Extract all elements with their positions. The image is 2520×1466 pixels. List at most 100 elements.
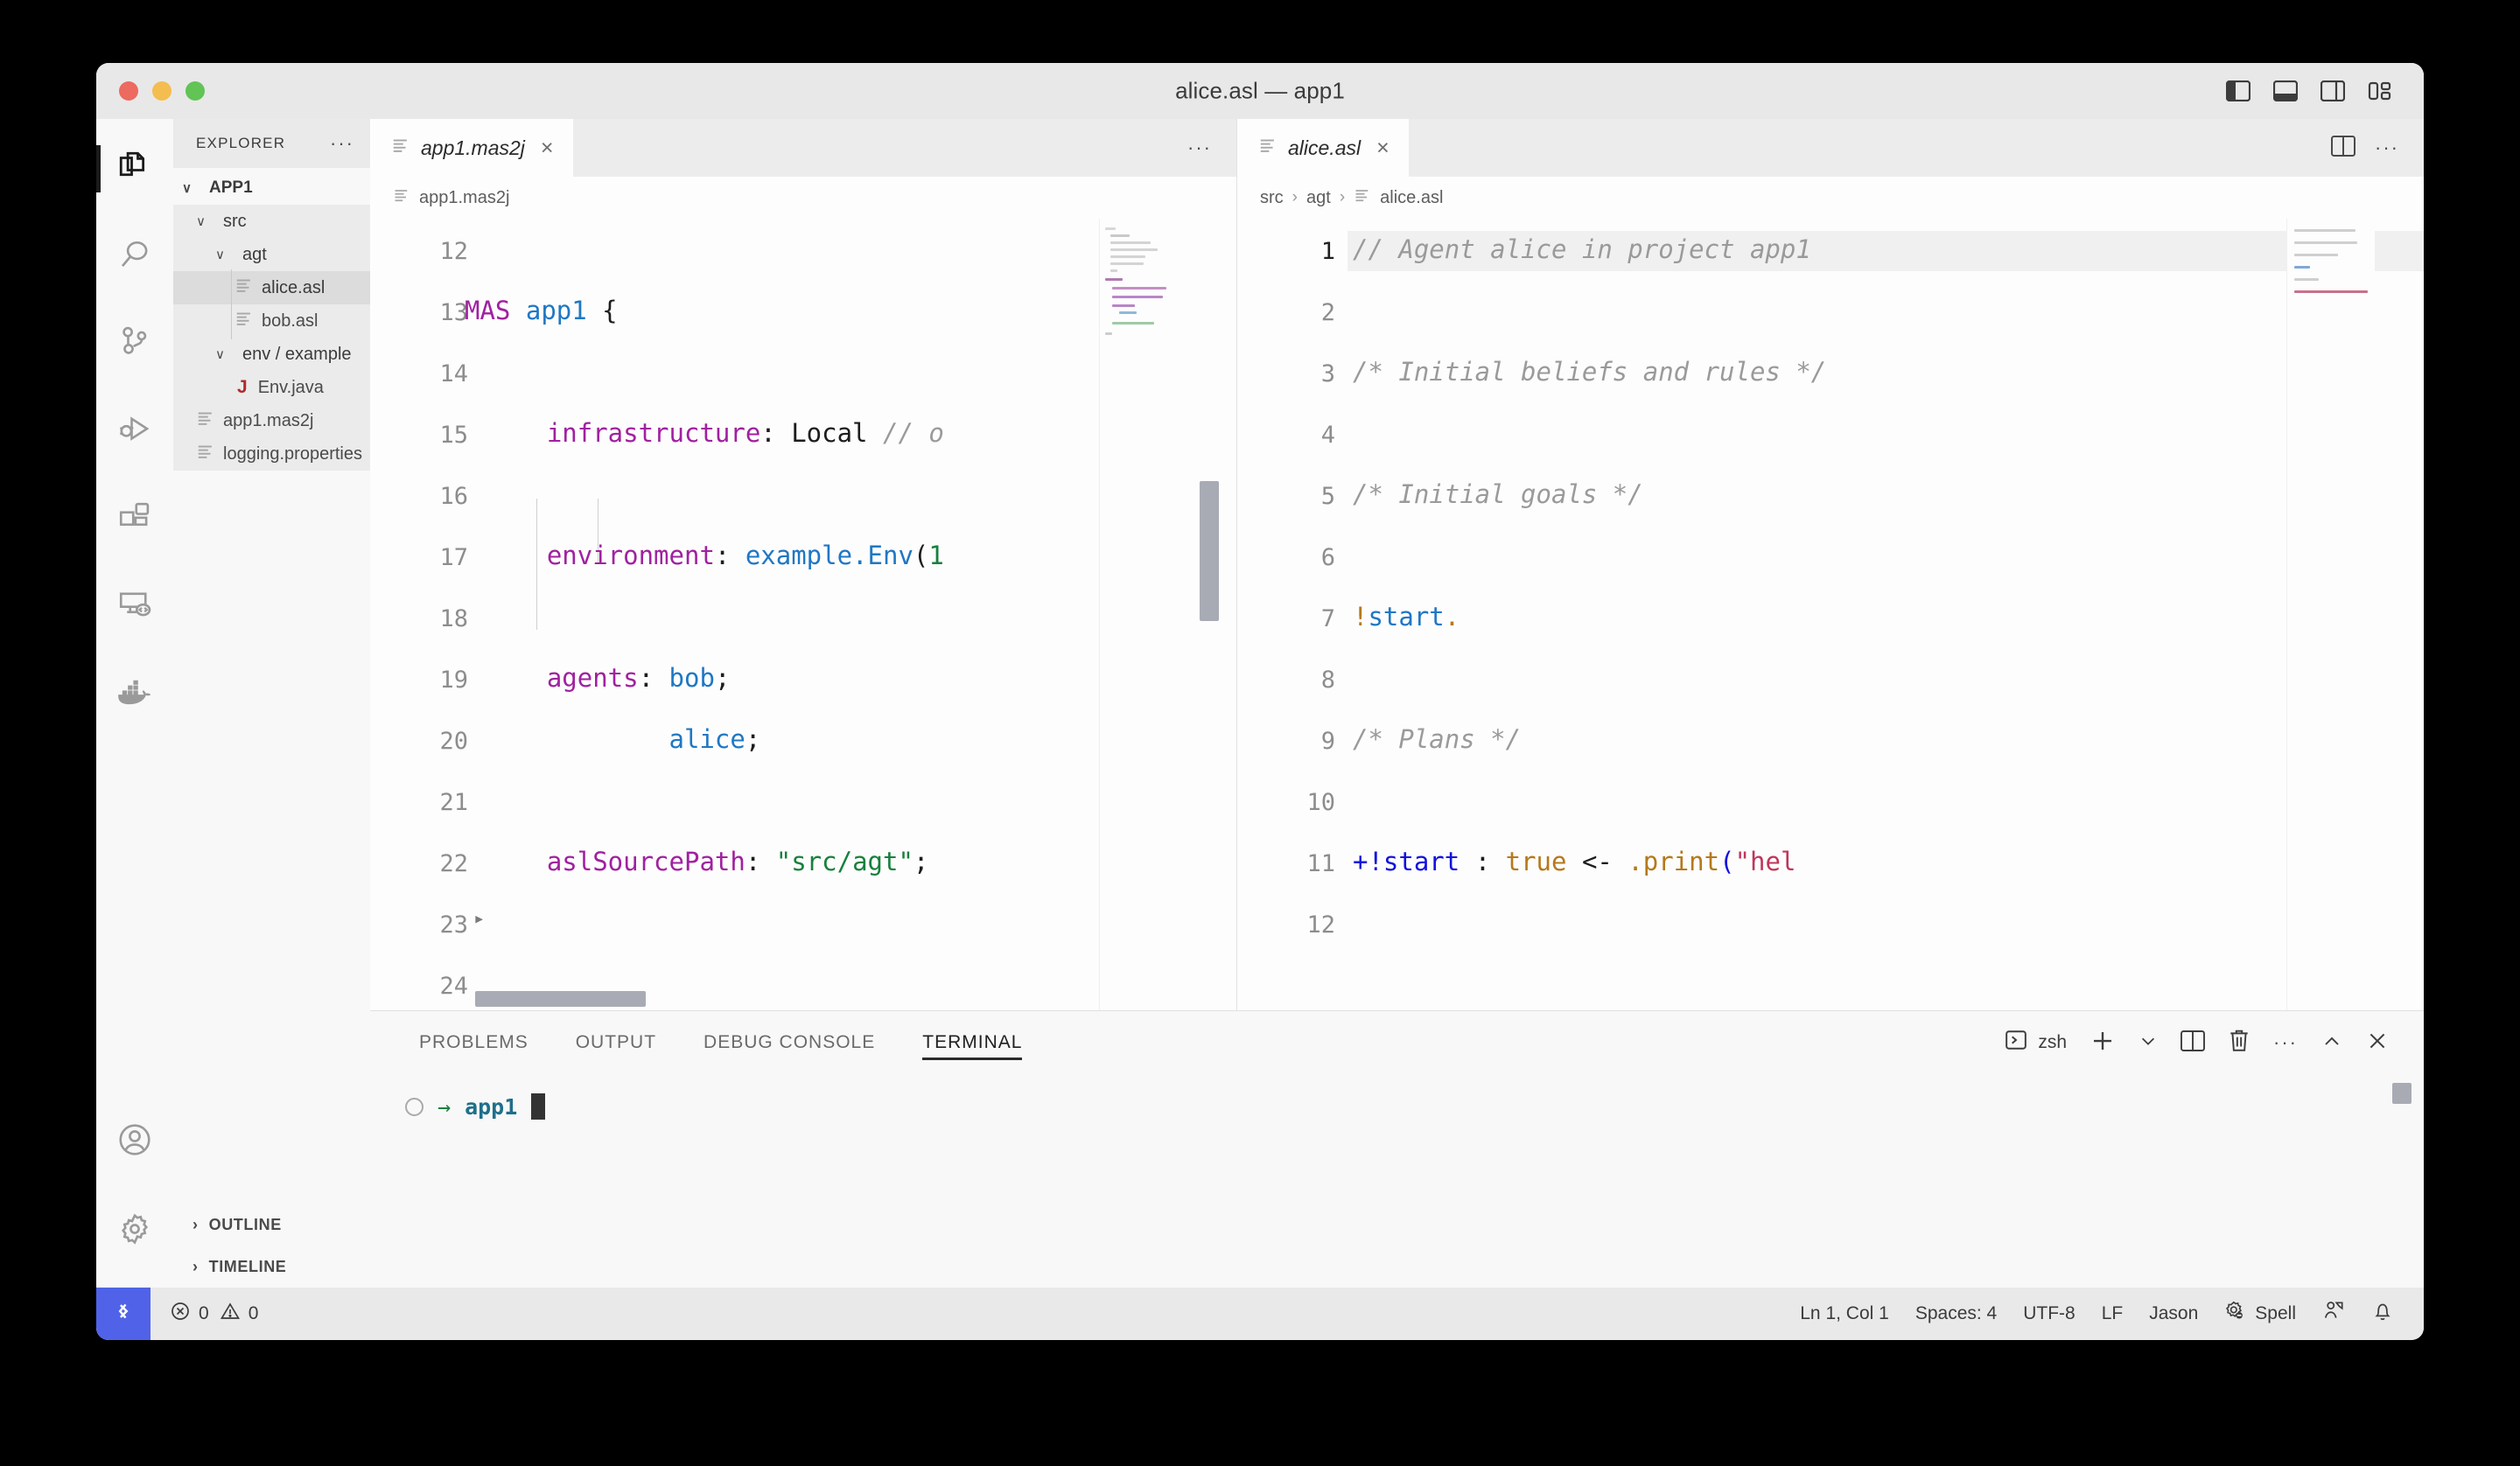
- code-editor-right[interactable]: 1 2 3 4 5 6 7 8 9 10 11 12 // Agent alic…: [1237, 219, 2424, 1010]
- editor-more-actions-icon[interactable]: ···: [1187, 138, 1212, 157]
- live-share-icon[interactable]: [2322, 1299, 2345, 1329]
- tree-file-app1-mas2j[interactable]: app1.mas2j: [173, 404, 370, 437]
- tree-file-logging-properties[interactable]: logging.properties: [173, 437, 370, 471]
- close-icon[interactable]: ×: [1371, 136, 1390, 161]
- tree-folder-env-example[interactable]: ∨ env / example: [173, 338, 370, 371]
- status-eol[interactable]: LF: [2102, 1303, 2124, 1324]
- status-cursor-position[interactable]: Ln 1, Col 1: [1800, 1303, 1889, 1324]
- plus-icon[interactable]: [2090, 1028, 2116, 1058]
- line-number: 9: [1320, 728, 1335, 755]
- sidebar-section-label: TIMELINE: [208, 1257, 287, 1275]
- chevron-down-icon: ∨: [182, 181, 192, 196]
- activity-item-accounts[interactable]: [108, 1114, 162, 1169]
- line-number: 12: [1306, 911, 1335, 939]
- tree-root-app1[interactable]: ∨ APP1: [173, 171, 370, 205]
- status-indentation[interactable]: Spaces: 4: [1915, 1303, 1997, 1324]
- docker-icon: [116, 675, 154, 713]
- bell-icon[interactable]: [2371, 1299, 2394, 1329]
- chevron-right-icon: ›: [192, 1215, 199, 1233]
- tab-output[interactable]: OUTPUT: [576, 1011, 656, 1074]
- text-file-icon: [196, 442, 215, 466]
- toggle-primary-sidebar-icon[interactable]: [2226, 80, 2250, 101]
- tab-problems[interactable]: PROBLEMS: [419, 1011, 528, 1074]
- breadcrumb-separator-icon: ›: [1339, 188, 1346, 206]
- line-number: 14: [439, 360, 468, 387]
- line-number: 24: [439, 973, 468, 1000]
- code-editor-left[interactable]: 12 13 14 15 16 17 18 19 20 21 22 23 24 M…: [370, 219, 1236, 1010]
- text-file-icon: [234, 309, 254, 333]
- vertical-scrollbar-left[interactable]: [1200, 481, 1219, 621]
- breadcrumb-item[interactable]: agt: [1306, 188, 1331, 208]
- tab-label: alice.asl: [1288, 136, 1362, 159]
- activity-item-explorer[interactable]: [96, 142, 162, 196]
- activity-item-docker[interactable]: [108, 667, 162, 721]
- status-spell-checker[interactable]: Spell: [2224, 1300, 2296, 1328]
- sidebar-more-actions-icon[interactable]: ···: [330, 134, 354, 153]
- remote-indicator-button[interactable]: [96, 1288, 150, 1340]
- tree-item-label: alice.asl: [262, 277, 326, 297]
- line-number: 12: [439, 238, 468, 265]
- line-number: 11: [1306, 850, 1335, 877]
- activity-item-search[interactable]: [108, 229, 162, 283]
- line-number: 15: [439, 422, 468, 449]
- code-line-5: /* Initial goals */: [1353, 479, 1643, 509]
- tree-file-env-java[interactable]: J Env.java: [173, 371, 370, 404]
- activity-item-remote-explorer[interactable]: [108, 579, 162, 633]
- code-line-13: MAS app1 {: [465, 296, 618, 325]
- minimap-left[interactable]: [1099, 219, 1187, 1010]
- status-encoding[interactable]: UTF-8: [2023, 1303, 2076, 1324]
- terminal-shell-indicator[interactable]: zsh: [2005, 1029, 2067, 1057]
- extensions-icon: [116, 499, 153, 540]
- terminal-scrollbar[interactable]: [2392, 1083, 2412, 1104]
- fold-marker[interactable]: ▸: [473, 908, 485, 930]
- text-file-icon: [1258, 136, 1278, 160]
- line-number: 2: [1320, 299, 1335, 326]
- breadcrumb-item[interactable]: src: [1260, 188, 1284, 208]
- trash-icon[interactable]: [2228, 1029, 2250, 1058]
- chevron-up-icon[interactable]: [2320, 1030, 2343, 1056]
- sidebar-section-timeline[interactable]: › TIMELINE: [173, 1246, 370, 1288]
- remote-explorer-icon: [116, 586, 153, 627]
- status-warnings[interactable]: 0: [220, 1301, 258, 1327]
- toggle-secondary-sidebar-icon[interactable]: [2320, 80, 2345, 101]
- activity-item-source-control[interactable]: [108, 317, 162, 371]
- close-icon[interactable]: ×: [536, 136, 554, 161]
- run-debug-icon: [116, 411, 153, 452]
- explorer-sidebar: EXPLORER ··· ∨ APP1 ∨ src ∨ agt alice.as…: [173, 119, 370, 1288]
- window-title: alice.asl — app1: [1175, 77, 1345, 104]
- split-editor-right-icon[interactable]: [2331, 135, 2356, 161]
- split-icon[interactable]: [2180, 1030, 2205, 1057]
- tree-file-bob-asl[interactable]: bob.asl: [173, 303, 370, 339]
- tab-app1-mas2j[interactable]: app1.mas2j ×: [370, 119, 573, 177]
- sidebar-header: EXPLORER ···: [173, 119, 370, 168]
- activity-item-run-and-debug[interactable]: [108, 404, 162, 458]
- close-icon[interactable]: [2366, 1030, 2389, 1057]
- source-control-icon: [116, 324, 153, 365]
- terminal-output[interactable]: → app1: [370, 1074, 2424, 1288]
- breadcrumb-item[interactable]: alice.asl: [1380, 188, 1443, 208]
- tree-folder-src[interactable]: ∨ src: [173, 205, 370, 238]
- activity-item-manage[interactable]: [108, 1204, 162, 1258]
- line-number: 3: [1320, 360, 1335, 387]
- minimap-right[interactable]: [2286, 219, 2375, 1010]
- status-language-mode[interactable]: Jason: [2149, 1303, 2198, 1324]
- panel-tabbar: PROBLEMS OUTPUT DEBUG CONSOLE TERMINAL z…: [370, 1011, 2424, 1074]
- tab-terminal[interactable]: TERMINAL: [922, 1011, 1023, 1074]
- editor-more-actions-icon[interactable]: ···: [2375, 138, 2399, 157]
- sidebar-section-outline[interactable]: › OUTLINE: [173, 1204, 370, 1246]
- chevron-down-icon: ∨: [196, 214, 206, 229]
- tree-file-alice-asl[interactable]: alice.asl: [173, 269, 370, 306]
- horizontal-scrollbar-left[interactable]: [475, 991, 646, 1007]
- status-errors[interactable]: 0: [170, 1301, 209, 1327]
- customize-layout-icon[interactable]: [2368, 80, 2392, 101]
- line-number: 23: [439, 911, 468, 939]
- terminal-more-actions-icon[interactable]: ···: [2273, 1033, 2298, 1052]
- chevron-down-icon[interactable]: [2138, 1031, 2158, 1055]
- prompt-arrow-icon: →: [438, 1093, 452, 1120]
- tab-debug-console[interactable]: DEBUG CONSOLE: [704, 1011, 875, 1074]
- breadcrumb-item[interactable]: app1.mas2j: [419, 188, 509, 208]
- tab-alice-asl[interactable]: alice.asl ×: [1237, 119, 1409, 177]
- toggle-panel-icon[interactable]: [2273, 80, 2298, 101]
- activity-item-extensions[interactable]: [108, 492, 162, 546]
- tree-folder-agt[interactable]: ∨ agt: [173, 238, 370, 271]
